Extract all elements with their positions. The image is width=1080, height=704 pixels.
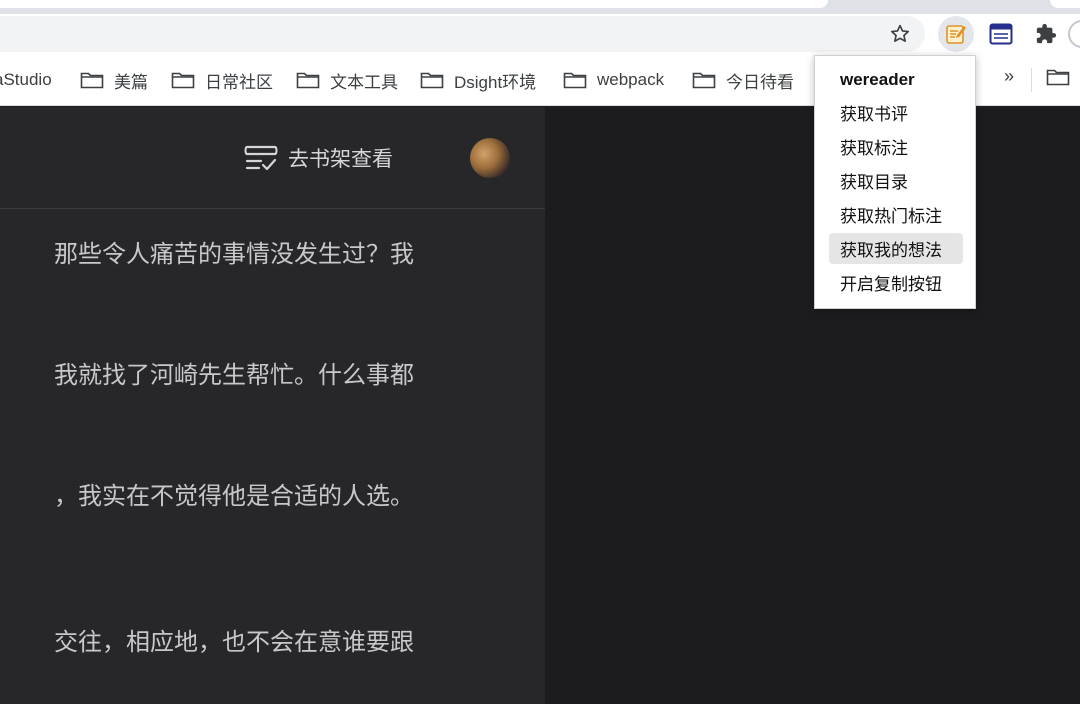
- bookmark-label: webpack: [597, 70, 665, 89]
- folder-icon: [171, 72, 195, 89]
- menu-item-get-hot-marks[interactable]: 获取热门标注: [829, 199, 963, 230]
- menu-item-label: 获取标注: [840, 139, 908, 158]
- bookmark-folder[interactable]: 美篇: [80, 68, 148, 92]
- menu-item-label: 获取书评: [840, 105, 908, 124]
- bookmark-folder[interactable]: 文本工具: [296, 68, 398, 92]
- paragraph-line: ，我实在不觉得他是合适的人选。: [54, 483, 414, 510]
- profile-avatar[interactable]: [1068, 20, 1080, 48]
- star-icon[interactable]: [886, 20, 914, 48]
- bookmark-label: 今日待看: [726, 72, 794, 92]
- tab-strip: [0, 0, 1080, 14]
- browser-toolbar: [0, 14, 1080, 54]
- bookmark-label: 美篇: [114, 72, 148, 92]
- wereader-popup: wereader 获取书评 获取标注 获取目录 获取热门标注 获取我的想法 开启…: [814, 55, 976, 309]
- bookmark-folder[interactable]: Dsight环境: [420, 68, 536, 92]
- menu-item-enable-copy-button[interactable]: 开启复制按钮: [829, 267, 963, 298]
- page-background: [545, 107, 1080, 704]
- reader-panel: 去书架查看 那些令人痛苦的事情没发生过？我 我就找了河崎先生帮忙。什么事都 ，我…: [0, 107, 545, 704]
- folder-icon: [692, 72, 716, 89]
- paragraph-line: 我就找了河崎先生帮忙。什么事都: [54, 362, 414, 389]
- paragraph-line: 交往，相应地，也不会在意谁要跟: [54, 629, 414, 656]
- bookmark-folder[interactable]: 日常社区: [171, 68, 273, 92]
- bookmark-label: 文本工具: [330, 72, 398, 92]
- reader-header: 去书架查看: [0, 107, 545, 209]
- menu-item-label: 获取目录: [840, 173, 908, 192]
- address-bar[interactable]: [0, 16, 925, 52]
- menu-item-get-toc[interactable]: 获取目录: [829, 165, 963, 196]
- bookmark-folder[interactable]: [1046, 68, 1070, 91]
- folder-icon: [296, 72, 320, 89]
- avatar[interactable]: [470, 138, 510, 178]
- bookmark-item[interactable]: aStudio: [0, 68, 52, 92]
- paragraph-line: 那些令人痛苦的事情没发生过？我: [54, 241, 414, 268]
- active-tab-edge[interactable]: [0, 0, 828, 8]
- go-to-bookshelf-label: 去书架查看: [288, 148, 393, 171]
- folder-icon: [80, 72, 104, 89]
- bookmarks-divider: [1031, 68, 1032, 92]
- bookmark-label: Dsight环境: [454, 72, 537, 92]
- puzzle-extensions-icon[interactable]: [1028, 16, 1064, 52]
- menu-item-label: 获取我的想法: [840, 241, 942, 260]
- menu-item-get-marks[interactable]: 获取标注: [829, 131, 963, 162]
- bookmark-folder[interactable]: webpack: [563, 68, 664, 92]
- reader-mode-icon[interactable]: [983, 16, 1019, 52]
- go-to-bookshelf-link[interactable]: 去书架查看: [244, 143, 393, 173]
- inactive-tab-edge[interactable]: [1050, 0, 1080, 8]
- wereader-extension-icon[interactable]: [938, 16, 974, 52]
- menu-item-label: 获取热门标注: [840, 207, 942, 226]
- menu-item-get-my-thoughts[interactable]: 获取我的想法: [829, 233, 963, 264]
- bookmark-label: aStudio: [0, 70, 52, 89]
- bookmark-folder[interactable]: 今日待看: [692, 68, 794, 92]
- folder-icon: [563, 72, 587, 89]
- bookmarks-overflow-button[interactable]: »: [1004, 66, 1014, 87]
- folder-icon: [1046, 69, 1070, 86]
- folder-icon: [420, 72, 444, 89]
- menu-item-get-reviews[interactable]: 获取书评: [829, 97, 963, 128]
- popup-title: wereader: [840, 70, 915, 89]
- menu-item-label: 开启复制按钮: [840, 275, 942, 294]
- bookmark-label: 日常社区: [205, 72, 273, 92]
- bookshelf-icon: [244, 145, 278, 171]
